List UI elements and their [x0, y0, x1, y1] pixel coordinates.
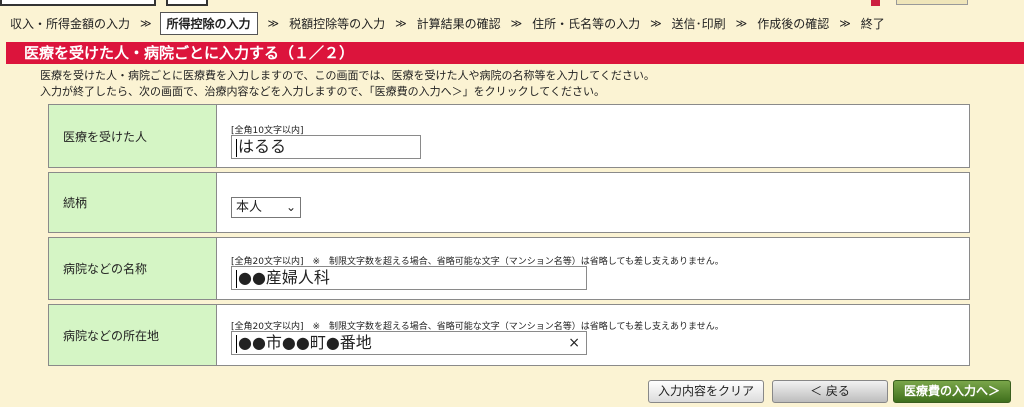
progress-steps: 収入・所得金額の入力 ≫ 所得控除の入力 ≫ 税額控除等の入力 ≫ 計算結果の確…: [0, 11, 1024, 35]
top-strip: [0, 0, 1024, 9]
clear-input-button[interactable]: 入力内容をクリア: [648, 380, 764, 403]
step-income: 収入・所得金額の入力: [10, 16, 131, 31]
step-result: 計算結果の確認: [416, 16, 501, 31]
step-tax-credit: 税額控除等の入力: [289, 16, 386, 31]
top-cut-field: [896, 0, 968, 5]
step-separator: ≫: [510, 16, 523, 30]
hospital-address-input[interactable]: ●●市●●町●番地 ×: [231, 331, 587, 355]
page-title: 医療を受けた人・病院ごとに入力する（１／２）: [6, 42, 1024, 64]
text-caret: [236, 269, 237, 288]
step-deduction-current: 所得控除の入力: [159, 11, 258, 35]
relationship-cell: 本人 ⌄: [217, 173, 969, 232]
hospital-name-value: ●●産婦人科: [238, 268, 330, 287]
hospital-address-label: 病院などの所在地: [49, 305, 217, 365]
hospital-address-value: ●●市●●町●番地: [238, 333, 372, 352]
hospital-name-input[interactable]: ●●産婦人科: [231, 266, 587, 290]
relationship-select[interactable]: 本人 ⌄: [231, 197, 301, 218]
step-address: 住所・氏名等の入力: [532, 16, 641, 31]
hospital-name-label: 病院などの名称: [49, 238, 217, 299]
patient-label: 医療を受けた人: [49, 105, 217, 167]
row-hospital-name: 病院などの名称 [全角20文字以内] ※ 制限文字数を超える場合、省略可能な文字…: [48, 237, 970, 300]
step-separator: ≫: [140, 16, 152, 30]
step-separator: ≫: [395, 16, 407, 30]
row-patient: 医療を受けた人 [全角10文字以内] はるる: [48, 104, 970, 168]
step-separator: ≫: [650, 16, 662, 30]
patient-cell: [全角10文字以内] はるる: [217, 105, 969, 167]
hospital-address-cell: [全角20文字以内] ※ 制限文字数を超える場合、省略可能な文字（マンション名等…: [217, 305, 969, 365]
top-cut-box-small: [166, 0, 208, 6]
step-send-print: 送信･印刷: [671, 16, 726, 31]
clear-input-icon[interactable]: ×: [568, 332, 580, 354]
text-caret: [236, 138, 237, 157]
medical-form: 医療を受けた人 [全角10文字以内] はるる 続柄 本人 ⌄ 病院などの名称 [全…: [48, 104, 970, 370]
text-caret: [236, 334, 237, 353]
top-red-mark: [871, 0, 880, 6]
next-medical-expense-button[interactable]: 医療費の入力へ＞: [893, 380, 1011, 403]
row-hospital-address: 病院などの所在地 [全角20文字以内] ※ 制限文字数を超える場合、省略可能な文…: [48, 304, 970, 366]
patient-input[interactable]: はるる: [231, 135, 421, 159]
top-cut-box: [0, 0, 156, 6]
hospital-name-cell: [全角20文字以内] ※ 制限文字数を超える場合、省略可能な文字（マンション名等…: [217, 238, 969, 299]
back-button[interactable]: ＜ 戻る: [772, 380, 888, 403]
step-separator: ≫: [839, 16, 851, 30]
chevron-down-icon: ⌄: [285, 200, 296, 214]
step-after-check: 作成後の確認: [757, 16, 830, 31]
relationship-label: 続柄: [49, 173, 217, 232]
description-line-2: 入力が終了したら、次の画面で、治療内容などを入力しますので、「医療費の入力へ＞」…: [40, 85, 605, 98]
patient-value: はるる: [238, 137, 287, 156]
relationship-value: 本人: [236, 200, 263, 215]
step-separator: ≫: [267, 16, 280, 30]
step-separator: ≫: [735, 16, 748, 30]
description-line-1: 医療を受けた人・病院ごとに医療費を入力しますので、この画面では、医療を受けた人や…: [40, 69, 655, 82]
row-relationship: 続柄 本人 ⌄: [48, 172, 970, 233]
page-description: 医療を受けた人・病院ごとに医療費を入力しますので、この画面では、医療を受けた人や…: [40, 68, 655, 100]
step-end: 終了: [860, 16, 885, 31]
